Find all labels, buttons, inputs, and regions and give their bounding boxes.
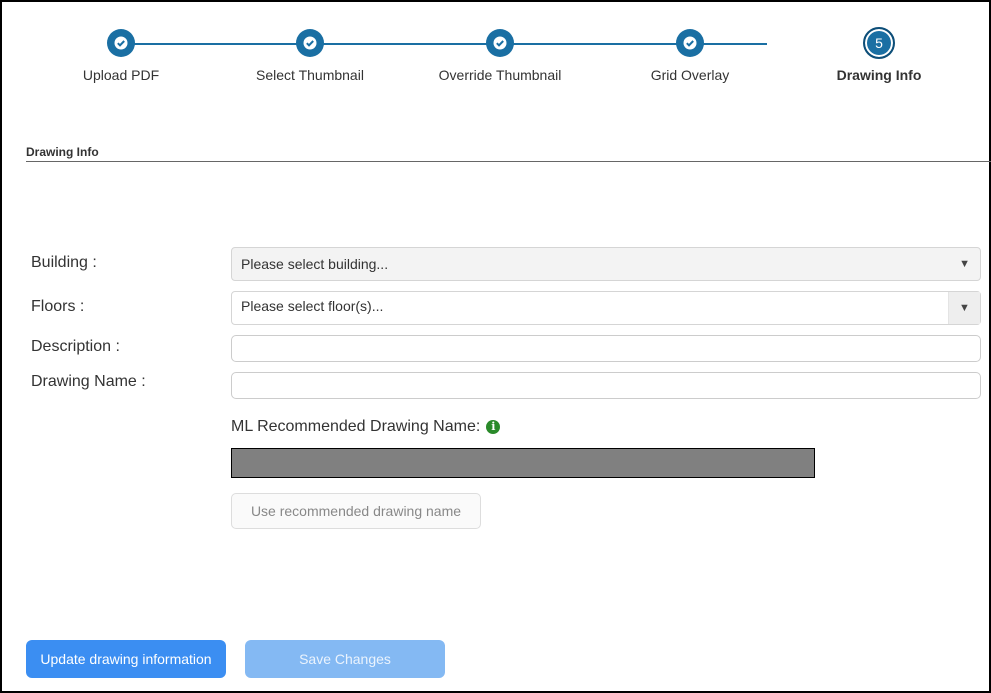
step-upload-pdf[interactable]: Upload PDF (21, 29, 221, 83)
chevron-down-icon: ▼ (959, 258, 970, 270)
chevron-down-icon[interactable]: ▼ (948, 292, 980, 324)
check-icon (676, 29, 704, 57)
floors-label: Floors : (31, 298, 85, 315)
app-window: Upload PDF Select Thumbnail Override Thu… (0, 0, 991, 693)
description-label: Description : (31, 338, 120, 355)
check-icon (296, 29, 324, 57)
ml-recommended-label: ML Recommended Drawing Name: i (231, 418, 501, 436)
step-select-thumbnail[interactable]: Select Thumbnail (210, 29, 410, 83)
floors-select-value: Please select floor(s)... (241, 298, 384, 314)
floors-select[interactable]: Please select floor(s)... ▼ (231, 291, 981, 325)
info-icon[interactable]: i (486, 420, 501, 434)
section-divider (26, 161, 991, 162)
step-grid-overlay[interactable]: Grid Overlay (590, 29, 790, 83)
section-title: Drawing Info (26, 145, 99, 159)
description-input[interactable] (231, 335, 981, 362)
step-number: 5 (875, 35, 883, 51)
step-override-thumbnail[interactable]: Override Thumbnail (400, 29, 600, 83)
update-drawing-information-button[interactable]: Update drawing information (26, 640, 226, 678)
save-changes-button[interactable]: Save Changes (245, 640, 445, 678)
step-label: Grid Overlay (650, 67, 730, 83)
progress-stepper: Upload PDF Select Thumbnail Override Thu… (2, 2, 991, 102)
step-label: Select Thumbnail (256, 67, 364, 83)
building-select-value: Please select building... (241, 256, 389, 272)
ml-recommended-text: ML Recommended Drawing Name: (231, 418, 481, 435)
drawing-name-label: Drawing Name : (31, 373, 146, 390)
step-label: Override Thumbnail (438, 67, 562, 83)
step-label: Drawing Info (836, 67, 922, 83)
drawing-name-input[interactable] (231, 372, 981, 399)
check-icon (107, 29, 135, 57)
use-recommended-name-button[interactable]: Use recommended drawing name (231, 493, 481, 529)
step-number-badge: 5 (863, 27, 895, 59)
building-select[interactable]: Please select building... ▼ (231, 247, 981, 281)
check-icon (486, 29, 514, 57)
step-label: Upload PDF (82, 67, 160, 83)
ml-recommended-name-box (231, 448, 815, 478)
step-drawing-info[interactable]: 5 Drawing Info (779, 27, 979, 83)
building-label: Building : (31, 254, 97, 271)
